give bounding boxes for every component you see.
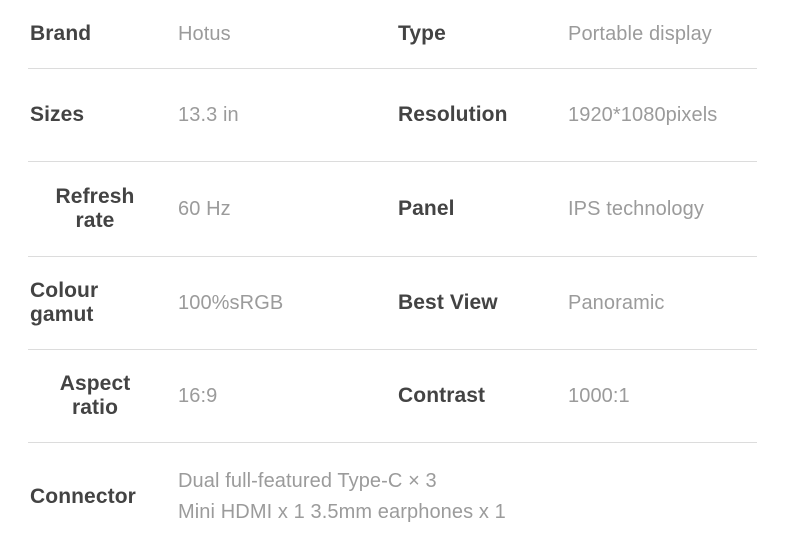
spec-label: Resolution: [398, 102, 508, 126]
spec-value: 13.3 in: [178, 103, 239, 126]
spec-cell-contrast: Contrast 1000:1: [392, 383, 785, 410]
spec-value: 1920*1080pixels: [568, 103, 718, 126]
table-row: Brand Hotus Type Portable display: [0, 0, 785, 68]
spec-value: Portable display: [568, 22, 712, 45]
table-row: Colour gamut 100%sRGB Best View Panorami…: [0, 257, 785, 349]
spec-cell-brand: Brand Hotus: [0, 21, 392, 48]
spec-value: 1000:1: [568, 384, 630, 407]
spec-label: Best View: [398, 290, 498, 314]
spec-label: Sizes: [30, 102, 85, 126]
spec-cell-resolution: Resolution 1920*1080pixels: [392, 102, 785, 129]
table-row: Connector Dual full-featured Type-C × 3 …: [0, 443, 785, 551]
spec-label: Contrast: [398, 383, 486, 407]
specification-sheet: Brand Hotus Type Portable display Sizes …: [0, 0, 785, 551]
spec-cell-refresh-rate: Refresh rate 60 Hz: [0, 185, 392, 233]
spec-cell-sizes: Sizes 13.3 in: [0, 102, 392, 129]
spec-value: Dual full-featured Type-C × 3 Mini HDMI …: [178, 470, 506, 523]
spec-cell-connector: Connector Dual full-featured Type-C × 3 …: [0, 466, 785, 528]
spec-value: 60 Hz: [178, 197, 231, 220]
table-row: Aspect ratio 16:9 Contrast 1000:1: [0, 350, 785, 442]
spec-label: Type: [398, 21, 446, 45]
spec-cell-colour-gamut: Colour gamut 100%sRGB: [0, 279, 392, 327]
spec-cell-panel: Panel IPS technology: [392, 196, 785, 223]
spec-value: 16:9: [178, 384, 218, 407]
spec-value: 100%sRGB: [178, 291, 284, 314]
spec-label: Panel: [398, 196, 455, 220]
spec-label: Connector: [30, 484, 136, 508]
spec-value: Panoramic: [568, 291, 665, 314]
table-row: Sizes 13.3 in Resolution 1920*1080pixels: [0, 69, 785, 161]
spec-cell-aspect-ratio: Aspect ratio 16:9: [0, 372, 392, 420]
table-row: Refresh rate 60 Hz Panel IPS technology: [0, 162, 785, 256]
spec-cell-type: Type Portable display: [392, 21, 785, 48]
spec-value: IPS technology: [568, 197, 704, 220]
spec-label: Brand: [30, 21, 92, 45]
spec-label: Aspect ratio: [59, 371, 131, 419]
spec-label: Colour gamut: [30, 278, 99, 326]
spec-cell-best-view: Best View Panoramic: [392, 290, 785, 317]
spec-label: Refresh rate: [55, 184, 135, 232]
spec-value: Hotus: [178, 22, 231, 45]
